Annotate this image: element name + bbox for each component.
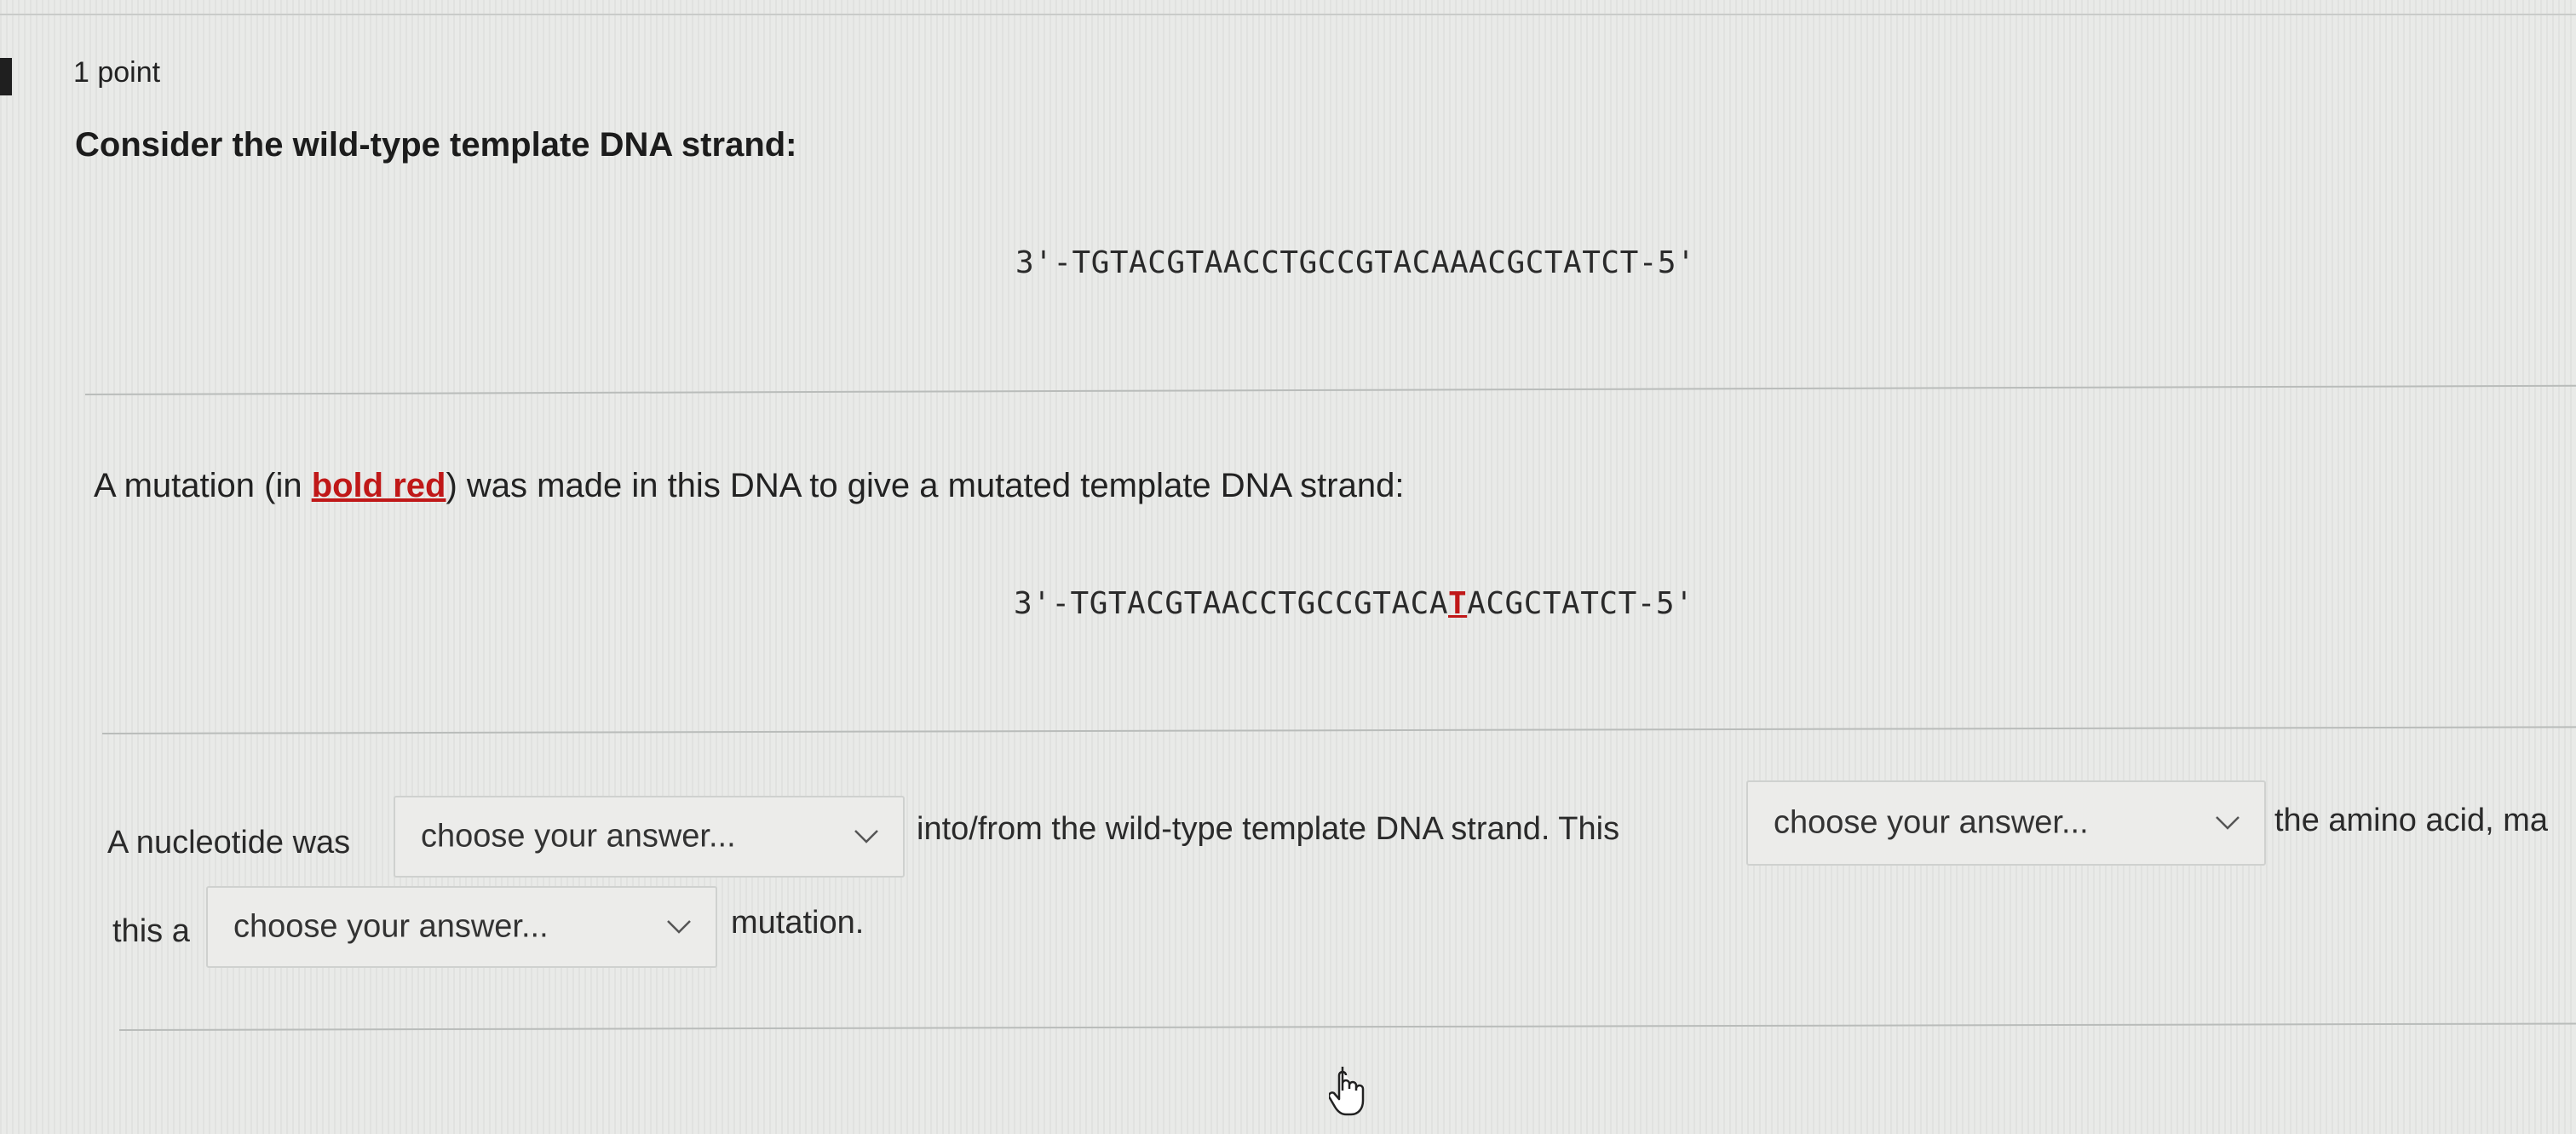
chevron-down-icon	[667, 920, 691, 934]
answer-dropdown-3[interactable]: choose your answer...	[206, 886, 717, 968]
wild-type-strand: 3'-TGTACGTAACCTGCCGTACAAACGCTATCT-5'	[1015, 245, 1696, 280]
mutated-strand-prefix: 3'-TGTACGTAACCTGCCGTACA	[1014, 586, 1448, 621]
answer-dropdown-1[interactable]: choose your answer...	[394, 796, 905, 878]
mutated-strand-suffix: ACGCTATCT-5'	[1467, 586, 1694, 621]
question-prompt: Consider the wild-type template DNA stra…	[75, 126, 797, 164]
sentence-text: the amino acid, ma	[2274, 803, 2549, 838]
section-divider	[101, 726, 2576, 734]
sentence-text: into/from the wild-type template DNA str…	[917, 811, 1620, 847]
mutated-strand: 3'-TGTACGTAACCTGCCGTACATACGCTATCT-5'	[1014, 586, 1693, 621]
bold-red-highlight: bold red	[311, 467, 446, 504]
mutated-base: T	[1448, 586, 1468, 621]
hand-pointer-icon	[1329, 1067, 1365, 1116]
chevron-down-icon	[854, 830, 878, 843]
mutation-intro-text: A mutation (in	[94, 467, 312, 504]
answer-dropdown-2[interactable]: choose your answer...	[1746, 780, 2266, 866]
mutation-intro: A mutation (in bold red) was made in thi…	[94, 467, 1404, 505]
chevron-down-icon	[2216, 816, 2240, 830]
sentence-text: A nucleotide was	[107, 825, 351, 861]
mutation-intro-text: ) was made in this DNA to give a mutated…	[446, 467, 1405, 504]
sentence-text: this a	[112, 913, 190, 949]
top-divider	[0, 14, 2576, 15]
dropdown-value: choose your answer...	[1774, 804, 2089, 841]
dropdown-value: choose your answer...	[421, 818, 736, 855]
points-label: 1 point	[73, 56, 161, 89]
dropdown-value: choose your answer...	[233, 908, 549, 945]
question-number-badge	[0, 58, 12, 95]
section-divider	[84, 384, 2576, 395]
sentence-text: mutation.	[731, 905, 865, 941]
section-divider	[118, 1022, 2576, 1031]
